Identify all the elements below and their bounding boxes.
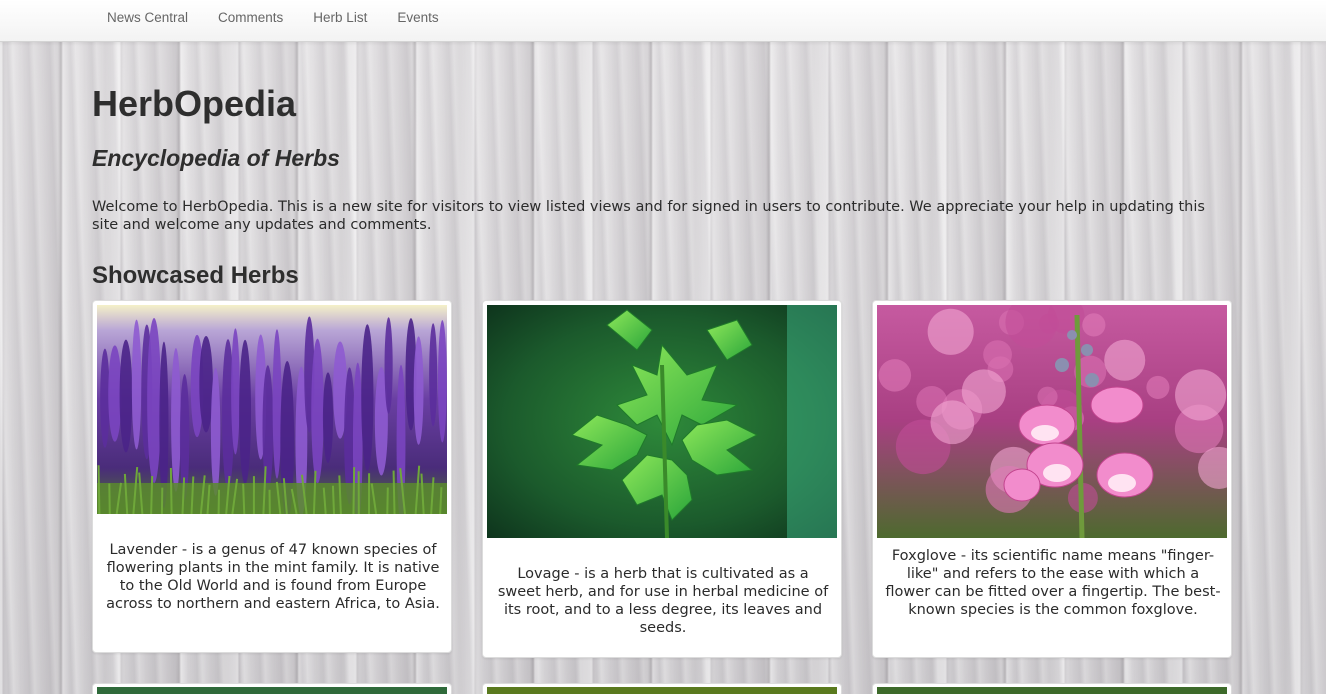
herb-card-lavender[interactable]: Lavender - is a genus of 47 known specie… [92, 300, 452, 653]
foxglove-photo[interactable] [877, 305, 1227, 538]
herb-card-foxglove[interactable]: Foxglove - its scientific name means "fi… [872, 300, 1232, 658]
herb-card-row2-1[interactable] [92, 683, 452, 694]
card-text-foxglove: Foxglove - its scientific name means "fi… [885, 548, 1221, 618]
herb-card-lovage[interactable]: Lovage - is a herb that is cultivated as… [482, 300, 842, 658]
herb-card-row2-3[interactable] [872, 683, 1232, 694]
page-title: HerbOpedia [92, 83, 297, 124]
lavender-photo[interactable] [97, 305, 447, 514]
page-subtitle: Encyclopedia of Herbs [92, 145, 340, 171]
nav-item-events[interactable]: Events [382, 0, 453, 36]
nav-links: News Central Comments Herb List Events [92, 0, 454, 36]
herb-photo-partial [487, 687, 837, 694]
welcome-text: Welcome to HerbOpedia. This is a new sit… [92, 199, 1205, 233]
herb-card-row2-2[interactable] [482, 683, 842, 694]
nav-item-herb-list[interactable]: Herb List [298, 0, 382, 36]
card-text-lovage: Lovage - is a herb that is cultivated as… [497, 566, 829, 636]
showcase-heading: Showcased Herbs [92, 262, 299, 289]
herb-photo-partial [97, 687, 447, 694]
herb-photo-partial [877, 687, 1227, 694]
lovage-photo[interactable] [487, 305, 837, 538]
card-text-lavender: Lavender - is a genus of 47 known specie… [106, 542, 440, 612]
nav-item-news-central[interactable]: News Central [92, 0, 203, 36]
nav-item-comments[interactable]: Comments [203, 0, 298, 36]
top-navbar: News Central Comments Herb List Events [0, 0, 1326, 42]
